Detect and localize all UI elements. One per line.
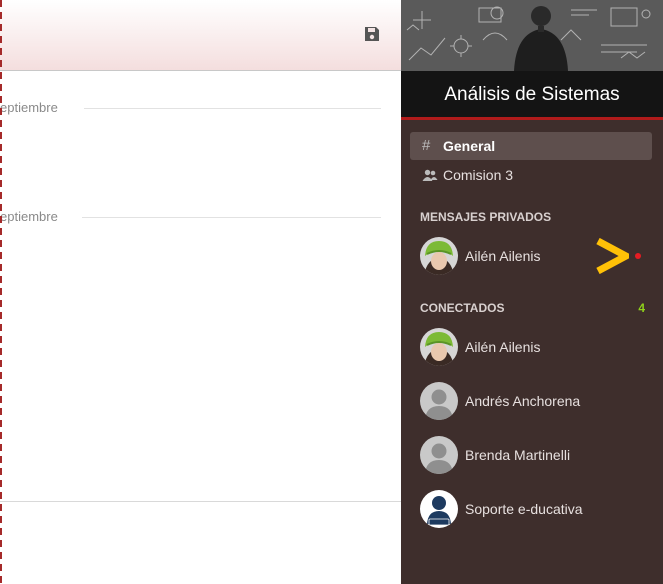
connected-user-brenda-martinelli[interactable]: Brenda Martinelli [420,436,650,476]
date-separator-label: eptiembre [0,209,58,224]
unread-indicator [635,253,641,259]
user-name: Brenda Martinelli [465,447,571,463]
channel-comision-3[interactable]: Comision 3 [410,161,652,189]
dashed-border [0,0,2,584]
connected-user-soporte-educativa[interactable]: Soporte e-ducativa [420,490,650,530]
sidebar: Análisis de Sistemas # General Comision … [401,0,663,584]
avatar [420,237,458,275]
chat-pane: eptiembre eptiembre [0,0,401,584]
date-separator-label: eptiembre [0,100,58,115]
private-messages-heading: MENSAJES PRIVADOS [420,210,645,224]
divider [82,217,381,218]
user-name: Ailén Ailenis [465,248,541,264]
user-name: Soporte e-ducativa [465,501,583,517]
chat-header [0,0,401,71]
user-name: Ailén Ailenis [465,339,541,355]
connected-user-ailen-ailenis[interactable]: Ailén Ailenis [420,328,650,368]
connected-heading: CONECTADOS 4 [420,301,645,315]
save-icon[interactable] [364,26,380,42]
user-name: Andrés Anchorena [465,393,581,409]
course-title: Análisis de Sistemas [444,84,620,105]
avatar [420,328,458,366]
date-separator: eptiembre [0,207,401,227]
connected-count: 4 [638,301,645,315]
hash-icon: # [422,137,431,154]
section-title: CONECTADOS [420,301,505,315]
pointer-arrow-icon [596,238,629,274]
channel-label: General [443,138,496,154]
avatar [420,436,458,474]
message-composer[interactable] [0,501,401,584]
channel-general[interactable]: # General [410,132,652,160]
avatar [420,382,458,420]
admin-avatar [420,490,458,528]
divider [84,108,381,109]
channel-label: Comision 3 [443,167,514,183]
banner-image [401,0,663,71]
group-icon [422,167,438,183]
course-title-bar: Análisis de Sistemas [401,71,663,120]
connected-user-andres-anchorena[interactable]: Andrés Anchorena [420,382,650,422]
date-separator: eptiembre [0,98,401,118]
chalkboard-illustration [401,0,663,71]
section-title: MENSAJES PRIVADOS [420,210,552,224]
